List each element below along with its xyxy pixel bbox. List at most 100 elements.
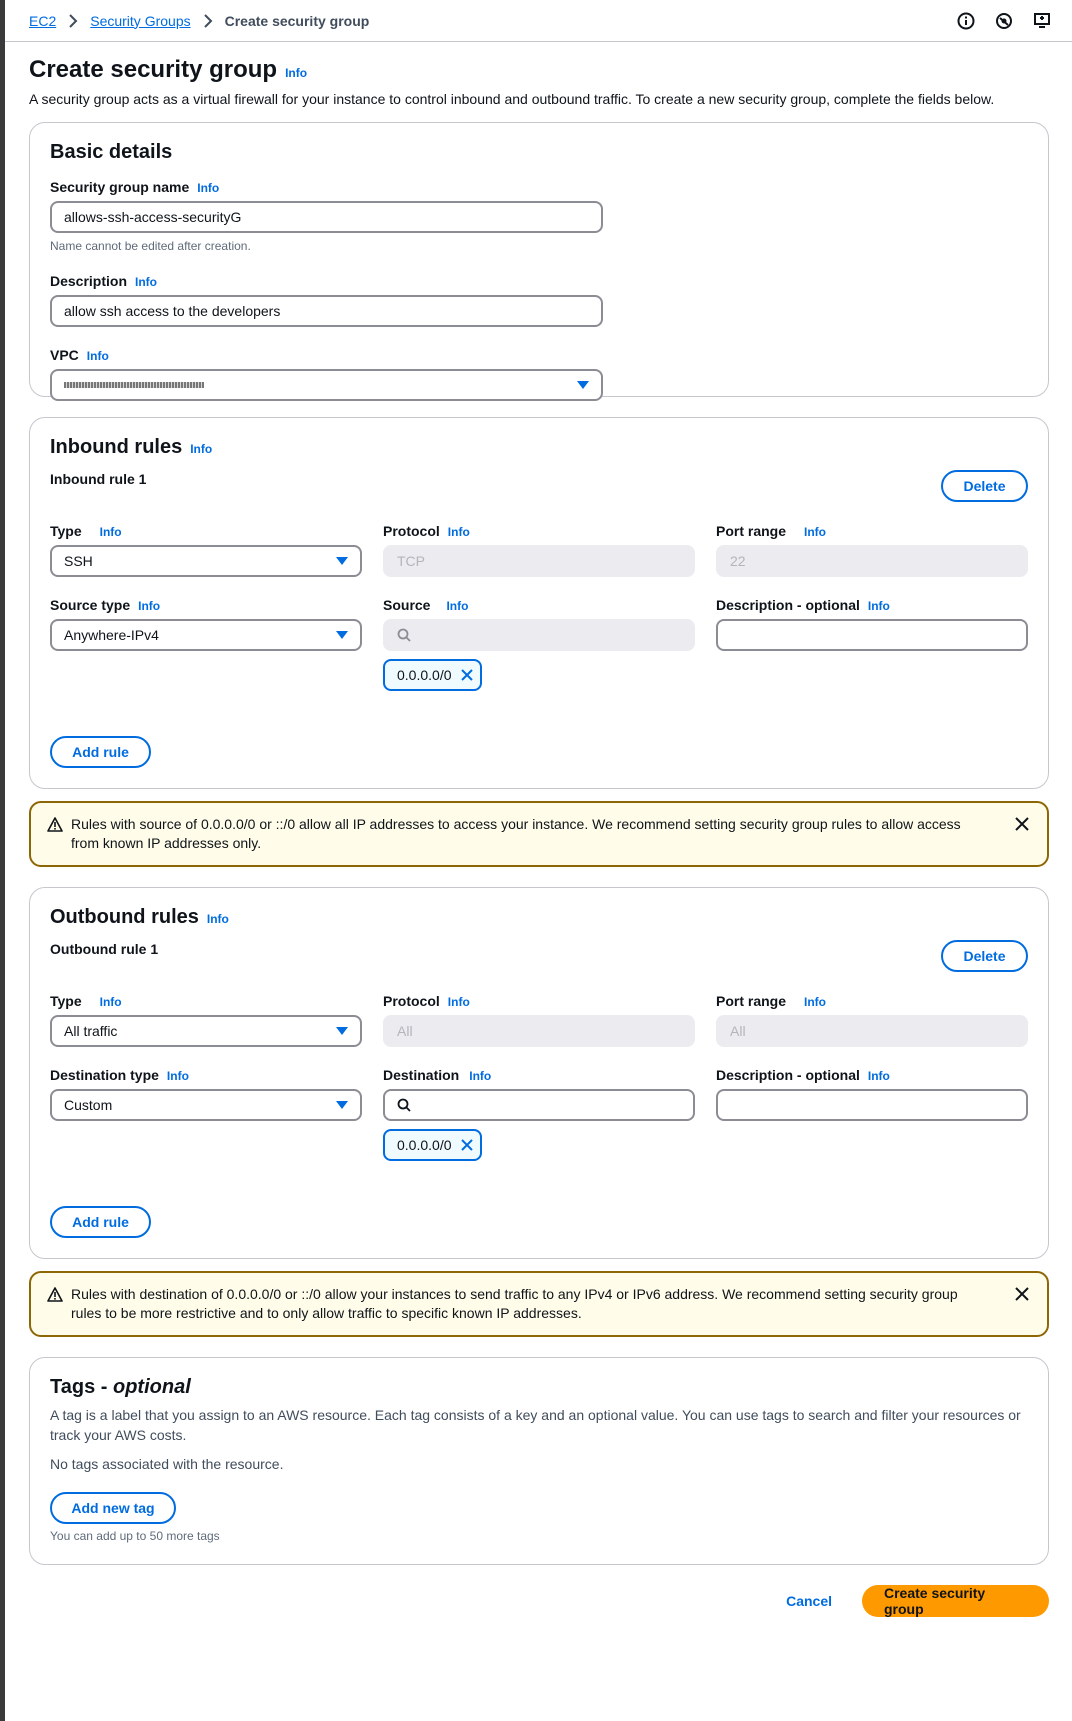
outbound-dest-info[interactable]: Info [469, 1069, 491, 1083]
create-security-group-button[interactable]: Create security group [862, 1585, 1049, 1617]
inbound-type-label-text: Type [50, 523, 82, 539]
outbound-protocol-info[interactable]: Info [448, 995, 470, 1009]
caret-down-icon [336, 1027, 348, 1035]
page-title-row: Create security group Info [29, 56, 1049, 84]
cancel-button[interactable]: Cancel [786, 1593, 832, 1609]
breadcrumb-security-groups[interactable]: Security Groups [90, 13, 190, 29]
inbound-protocol-info[interactable]: Info [448, 525, 470, 539]
outbound-type-value: All traffic [64, 1023, 118, 1039]
inbound-source-type-select[interactable]: Anywhere-IPv4 [50, 619, 362, 651]
inbound-source-type-info[interactable]: Info [138, 599, 160, 613]
outbound-dest-type-info[interactable]: Info [167, 1069, 189, 1083]
outbound-type-label-text: Type [50, 993, 82, 1009]
outbound-desc-info[interactable]: Info [868, 1069, 890, 1083]
outbound-warning-alert: Rules with destination of 0.0.0.0/0 or :… [29, 1271, 1049, 1337]
caret-down-icon [577, 381, 589, 389]
outbound-description-field[interactable] [716, 1089, 1028, 1121]
outbound-type-select[interactable]: All traffic [50, 1015, 362, 1047]
inbound-source-type-label-text: Source type [50, 597, 131, 613]
chevron-right-icon [68, 13, 78, 28]
inbound-source-token: 0.0.0.0/0 [383, 659, 482, 691]
outbound-type-info[interactable]: Info [100, 995, 122, 1009]
outbound-dest-type-col: Destination type Info Custom [50, 1067, 362, 1161]
form-footer: Cancel Create security group [29, 1585, 1049, 1645]
page-description: A security group acts as a virtual firew… [29, 91, 995, 107]
breadcrumb-ec2[interactable]: EC2 [29, 13, 56, 29]
inbound-type-col: Type Info SSH [50, 523, 362, 577]
vpc-label: VPC Info [50, 347, 1028, 363]
inbound-source-info[interactable]: Info [446, 599, 468, 613]
search-icon [397, 1098, 411, 1112]
inbound-type-value: SSH [64, 553, 93, 569]
vpc-select[interactable] [50, 369, 603, 401]
close-icon[interactable] [1015, 817, 1029, 836]
inbound-port-field: 22 [716, 545, 1028, 577]
outbound-destination-token: 0.0.0.0/0 [383, 1129, 482, 1161]
outbound-destination-search[interactable] [383, 1089, 695, 1121]
add-new-tag-button[interactable]: Add new tag [50, 1492, 176, 1524]
security-group-name-info[interactable]: Info [197, 181, 219, 195]
inbound-port-label: Port range Info [716, 523, 1028, 539]
outbound-title: Outbound rules [50, 906, 199, 928]
outbound-protocol-value: All [397, 1023, 413, 1039]
tags-description: A tag is a label that you assign to an A… [50, 1407, 1021, 1443]
close-icon[interactable] [460, 1138, 474, 1152]
description-field[interactable]: allow ssh access to the developers [50, 295, 603, 327]
inbound-description-field[interactable] [716, 619, 1028, 651]
outbound-port-value: All [730, 1023, 746, 1039]
tags-title-sep: - [95, 1376, 113, 1398]
inbound-rules-card: Inbound rules Info Inbound rule 1 Delete… [29, 417, 1049, 789]
inbound-port-info[interactable]: Info [804, 525, 826, 539]
outbound-port-field: All [716, 1015, 1028, 1047]
outbound-dest-type-label-text: Destination type [50, 1067, 159, 1083]
description-label: Description Info [50, 273, 1028, 289]
close-icon[interactable] [1015, 1287, 1029, 1306]
caret-down-icon [336, 1101, 348, 1109]
search-icon [397, 628, 411, 642]
inbound-source-label: Source Info [383, 597, 695, 613]
page-title: Create security group [29, 56, 278, 83]
inbound-type-select[interactable]: SSH [50, 545, 362, 577]
inbound-desc-col: Description - optional Info [716, 597, 1028, 691]
inbound-desc-info[interactable]: Info [868, 599, 890, 613]
info-circle-icon[interactable] [956, 11, 976, 31]
outbound-add-rule-button[interactable]: Add rule [50, 1206, 151, 1238]
inbound-add-rule-button[interactable]: Add rule [50, 736, 151, 768]
notifications-icon[interactable] [994, 11, 1014, 31]
tags-title: Tags [50, 1376, 96, 1398]
outbound-port-col: Port range Info All [716, 993, 1028, 1047]
outbound-port-label: Port range Info [716, 993, 1028, 1009]
breadcrumb: EC2 Security Groups Create security grou… [29, 13, 369, 29]
inbound-port-value: 22 [730, 553, 746, 569]
caret-down-icon [336, 557, 348, 565]
outbound-info-link[interactable]: Info [207, 912, 229, 926]
basic-details-title: Basic details [50, 141, 173, 163]
inbound-delete-button[interactable]: Delete [941, 470, 1028, 502]
page: EC2 Security Groups Create security grou… [5, 0, 1072, 1721]
inbound-type-info[interactable]: Info [100, 525, 122, 539]
inbound-info-link[interactable]: Info [190, 442, 212, 456]
description-info[interactable]: Info [135, 275, 157, 289]
outbound-port-info[interactable]: Info [804, 995, 826, 1009]
outbound-dest-type-select[interactable]: Custom [50, 1089, 362, 1121]
outbound-title-row: Outbound rules Info [50, 906, 1028, 929]
vpc-info[interactable]: Info [87, 349, 109, 363]
vpc-label-text: VPC [50, 347, 79, 363]
outbound-row-2: Destination type Info Custom Destination… [50, 1067, 1028, 1161]
close-icon[interactable] [460, 668, 474, 682]
page-info-link[interactable]: Info [285, 66, 307, 80]
outbound-dest-col: Destination Info 0.0.0.0/0 [383, 1067, 695, 1161]
inbound-source-label-text: Source [383, 597, 431, 613]
outbound-protocol-col: Protocol Info All [383, 993, 695, 1047]
inbound-warning-alert: Rules with source of 0.0.0.0/0 or ::/0 a… [29, 801, 1049, 867]
inbound-protocol-label-text: Protocol [383, 523, 440, 539]
outbound-rules-card: Outbound rules Info Outbound rule 1 Dele… [29, 887, 1049, 1259]
screen-tools-icon[interactable] [1032, 11, 1052, 31]
outbound-type-label: Type Info [50, 993, 362, 1009]
caret-down-icon [336, 631, 348, 639]
inbound-type-label: Type Info [50, 523, 362, 539]
outbound-desc-col: Description - optional Info [716, 1067, 1028, 1161]
security-group-name-field[interactable]: allows-ssh-access-securityG [50, 201, 603, 233]
outbound-port-label-text: Port range [716, 993, 787, 1009]
outbound-delete-button[interactable]: Delete [941, 940, 1028, 972]
